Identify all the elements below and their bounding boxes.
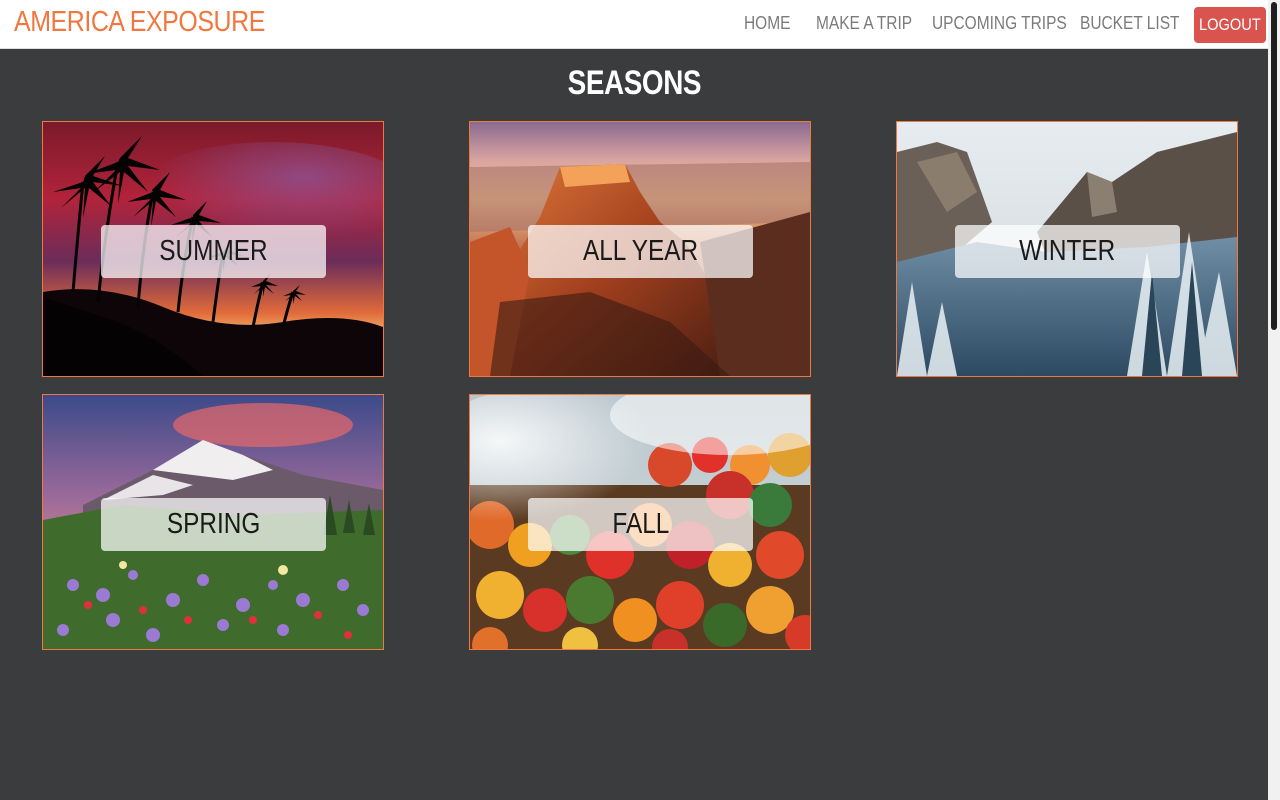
season-card-spring[interactable]: SPRING [42,394,384,650]
page-scrollbar[interactable] [1268,0,1280,800]
page-title: SEASONS [0,64,1268,103]
logout-label: LOGOUT [1199,15,1261,34]
season-label-all-year: ALL YEAR [528,225,753,278]
nav-upcoming-trips[interactable]: UPCOMING TRIPS [932,13,1067,34]
nav-home[interactable]: HOME [744,13,790,34]
nav-bucket-list[interactable]: BUCKET LIST [1080,13,1180,34]
season-card-summer[interactable]: SUMMER [42,121,384,377]
nav-make-a-trip[interactable]: MAKE A TRIP [816,13,912,34]
season-label-text: ALL YEAR [582,235,699,267]
season-label-text: SPRING [166,508,261,540]
page-title-text: SEASONS [567,64,701,102]
logout-button[interactable]: LOGOUT [1194,7,1266,43]
season-label-summer: SUMMER [101,225,326,278]
top-navbar: AMERICA EXPOSURE HOME MAKE A TRIP UPCOMI… [0,0,1268,49]
season-label-spring: SPRING [101,498,326,551]
season-card-all-year[interactable]: ALL YEAR [469,121,811,377]
season-label-text: WINTER [1019,235,1116,267]
season-label-text: FALL [612,508,669,540]
season-label-text: SUMMER [159,235,268,267]
season-label-fall: FALL [528,498,753,551]
scrollbar-thumb[interactable] [1271,2,1277,330]
season-label-winter: WINTER [955,225,1180,278]
brand-logo[interactable]: AMERICA EXPOSURE [14,6,265,39]
season-card-winter[interactable]: WINTER [896,121,1238,377]
season-card-fall[interactable]: FALL [469,394,811,650]
